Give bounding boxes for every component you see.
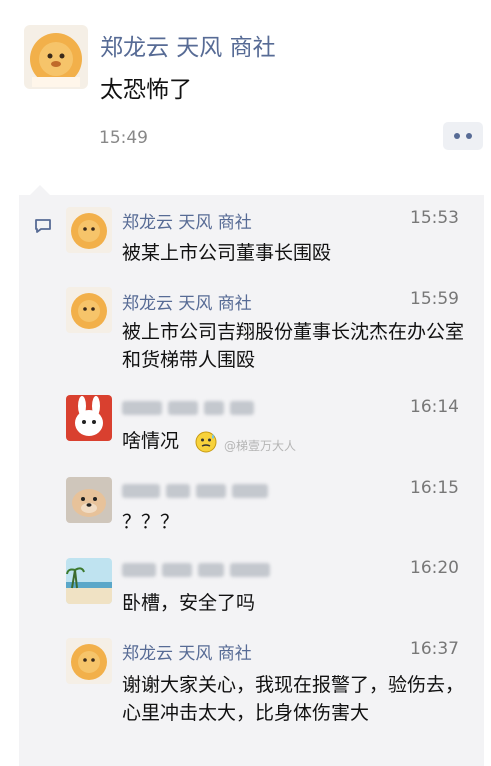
comment-text: 卧槽，安全了吗 [122, 592, 256, 614]
comment-avatar[interactable] [66, 638, 112, 684]
more-button[interactable] [443, 122, 483, 150]
comment-avatar[interactable] [66, 558, 112, 604]
more-dot [466, 133, 472, 139]
comment-avatar[interactable] [66, 207, 112, 253]
comment-time: 16:15 [410, 478, 459, 498]
post-time: 15:49 [99, 128, 148, 148]
comment-avatar[interactable] [66, 477, 112, 523]
comment-name[interactable]: 郑龙云 天风 商社 [122, 289, 252, 314]
comment-time: 15:59 [410, 289, 459, 309]
watermark: @梯壹万大人 [224, 439, 297, 453]
comment-time: 16:14 [410, 397, 459, 417]
post-text: 太恐怖了 [100, 77, 192, 103]
comment-text: 啥情况 [122, 430, 180, 452]
comment-text: 谢谢大家关心，我现在报警了，验伤去，心里冲击太大，比身体伤害大 [122, 674, 465, 724]
comment-text: 被某上市公司董事长围殴 [122, 242, 332, 264]
sweat-emoji-icon [194, 430, 218, 458]
comment-text: ？？？ [122, 511, 180, 533]
comment-name-blurred [122, 560, 270, 580]
comment-name-blurred [122, 481, 268, 501]
comment-avatar[interactable] [66, 395, 112, 441]
comment-time: 16:20 [410, 558, 459, 578]
more-dots-icon [454, 133, 460, 139]
comment-name[interactable]: 郑龙云 天风 商社 [122, 639, 252, 664]
panel-arrow [30, 185, 50, 195]
comment-avatar[interactable] [66, 287, 112, 333]
comment-name-blurred [122, 398, 254, 418]
comment-icon [34, 218, 52, 234]
post-author-name[interactable]: 郑龙云 天风 商社 [100, 28, 276, 62]
post-author-avatar[interactable] [24, 25, 88, 89]
comment-time: 15:53 [410, 208, 459, 228]
comment-time: 16:37 [410, 639, 459, 659]
comment-name[interactable]: 郑龙云 天风 商社 [122, 208, 252, 233]
comment-text: 被上市公司吉翔股份董事长沈杰在办公室和货梯带人围殴 [122, 321, 465, 371]
